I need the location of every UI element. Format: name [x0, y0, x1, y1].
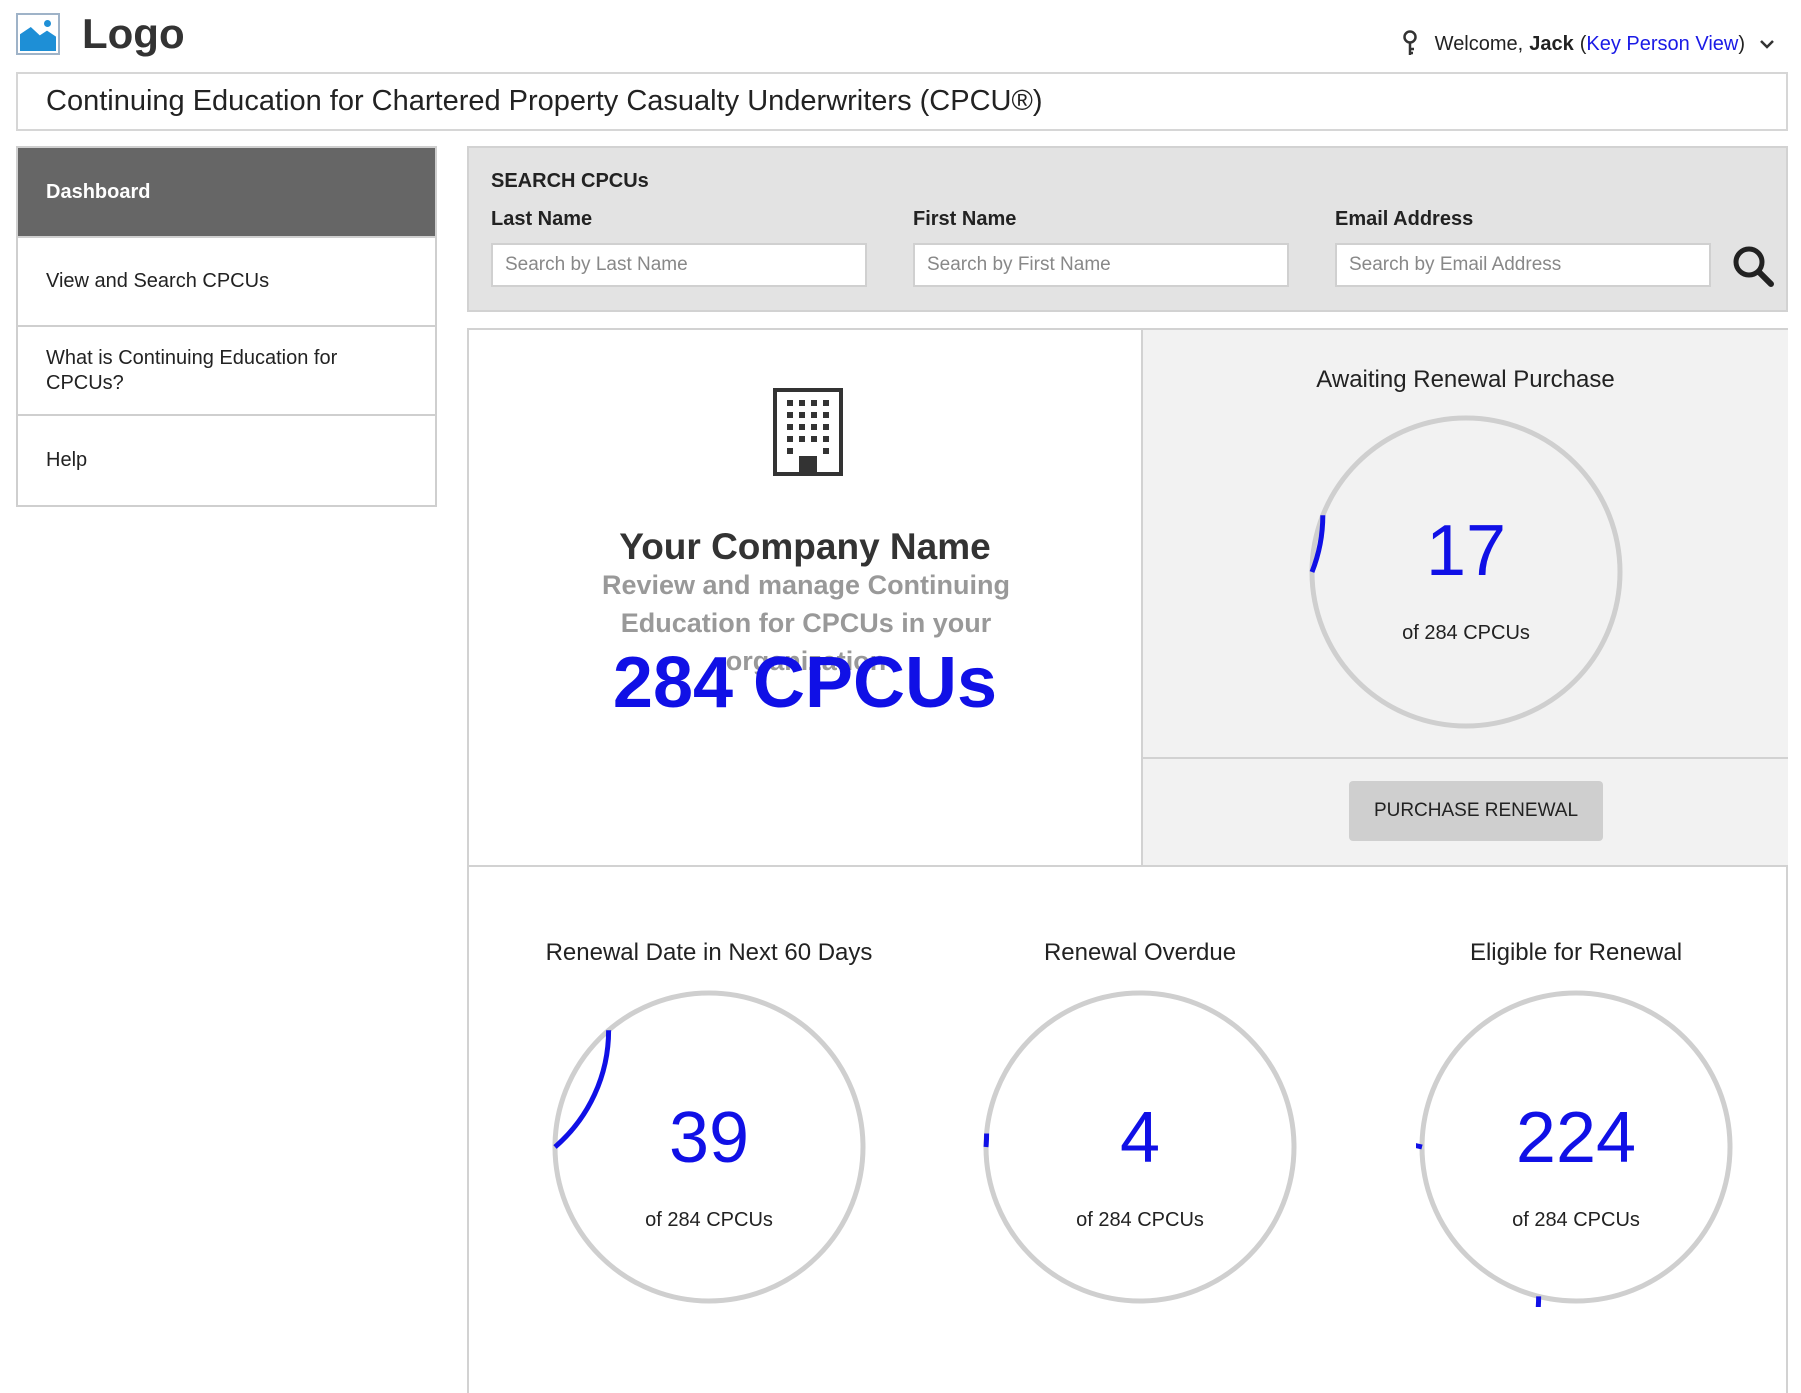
- welcome-text: Welcome,: [1434, 32, 1524, 55]
- page-title: Continuing Education for Chartered Prope…: [16, 72, 1788, 131]
- email-input[interactable]: [1335, 243, 1711, 287]
- sidebar-item-help[interactable]: Help: [18, 416, 435, 505]
- key-icon: [1402, 30, 1417, 55]
- sidebar-item-label: Dashboard: [46, 180, 151, 203]
- email-field: Email Address: [1335, 208, 1711, 287]
- company-summary: Your Company Name Review and manage Cont…: [469, 330, 1143, 867]
- purchase-renewal-area: PURCHASE RENEWAL: [1143, 759, 1788, 867]
- sidebar-item-label: Help: [46, 449, 88, 471]
- next60-title: Renewal Date in Next 60 Days: [545, 939, 873, 966]
- overdue-title: Renewal Overdue: [1043, 939, 1237, 966]
- overdue-gauge: 4 of 284 CPCUs: [980, 987, 1300, 1307]
- chevron-down-icon[interactable]: [1759, 38, 1775, 50]
- sidebar-item-view-search[interactable]: View and Search CPCUs: [18, 238, 435, 327]
- eligible-gauge: 224 of 284 CPCUs: [1416, 987, 1736, 1307]
- awaiting-title: Awaiting Renewal Purchase: [1316, 366, 1615, 393]
- sidebar-item-label: View and Search CPCUs: [46, 270, 270, 292]
- last-name-label: Last Name: [491, 208, 593, 230]
- sidebar-item-what-is-ce[interactable]: What is Continuing Education for CPCUs?: [18, 327, 435, 416]
- sidebar: Dashboard View and Search CPCUs What is …: [16, 146, 437, 507]
- overdue-of: of 284 CPCUs: [1076, 1209, 1204, 1231]
- user-menu[interactable]: Welcome, Jack (Key Person View): [1399, 30, 1775, 58]
- last-name-field: Last Name: [491, 208, 867, 287]
- logo-image-icon: [16, 13, 60, 55]
- email-label: Email Address: [1335, 208, 1474, 230]
- search-icon[interactable]: [1731, 244, 1775, 288]
- company-name: Your Company Name: [619, 526, 991, 567]
- sidebar-item-dashboard[interactable]: Dashboard: [18, 148, 435, 238]
- user-name: Jack: [1529, 32, 1574, 55]
- first-name-field: First Name: [913, 208, 1289, 287]
- total-cpcu-count: 284 CPCUs: [612, 643, 998, 723]
- overdue-card: Renewal Overdue 4 of 284 CPCUs: [940, 867, 1340, 1393]
- search-title: SEARCH CPCUs: [491, 170, 649, 192]
- next60-gauge: 39 of 284 CPCUs: [549, 987, 869, 1307]
- awaiting-renewal-card: Awaiting Renewal Purchase 17 of 284 CPCU…: [1143, 330, 1788, 759]
- search-panel: SEARCH CPCUs Last Name First Name Email …: [467, 146, 1788, 312]
- dashboard-main: Your Company Name Review and manage Cont…: [467, 328, 1788, 1393]
- view-paren-open: (: [1579, 32, 1587, 55]
- logo-text: Logo: [82, 10, 185, 57]
- awaiting-value: 17: [1425, 511, 1507, 591]
- next60-card: Renewal Date in Next 60 Days 39 of 284 C…: [509, 867, 909, 1393]
- eligible-card: Eligible for Renewal 224 of 284 CPCUs: [1376, 867, 1776, 1393]
- purchase-renewal-button[interactable]: PURCHASE RENEWAL: [1349, 781, 1603, 841]
- awaiting-of: of 284 CPCUs: [1402, 622, 1530, 644]
- eligible-title: Eligible for Renewal: [1469, 939, 1683, 966]
- sidebar-item-label: What is Continuing Education for CPCUs?: [46, 346, 338, 394]
- logo[interactable]: Logo: [16, 10, 185, 58]
- view-paren-close: ): [1738, 32, 1745, 55]
- next60-value: 39: [668, 1098, 750, 1178]
- eligible-value: 224: [1515, 1098, 1637, 1178]
- building-icon: [773, 388, 843, 476]
- awaiting-gauge: 17 of 284 CPCUs: [1306, 412, 1626, 732]
- first-name-label: First Name: [913, 208, 1017, 230]
- last-name-input[interactable]: [491, 243, 867, 287]
- first-name-input[interactable]: [913, 243, 1289, 287]
- next60-of: of 284 CPCUs: [645, 1209, 773, 1231]
- eligible-of: of 284 CPCUs: [1512, 1209, 1640, 1231]
- overdue-value: 4: [1119, 1098, 1161, 1178]
- key-person-view-link[interactable]: Key Person View: [1586, 33, 1738, 56]
